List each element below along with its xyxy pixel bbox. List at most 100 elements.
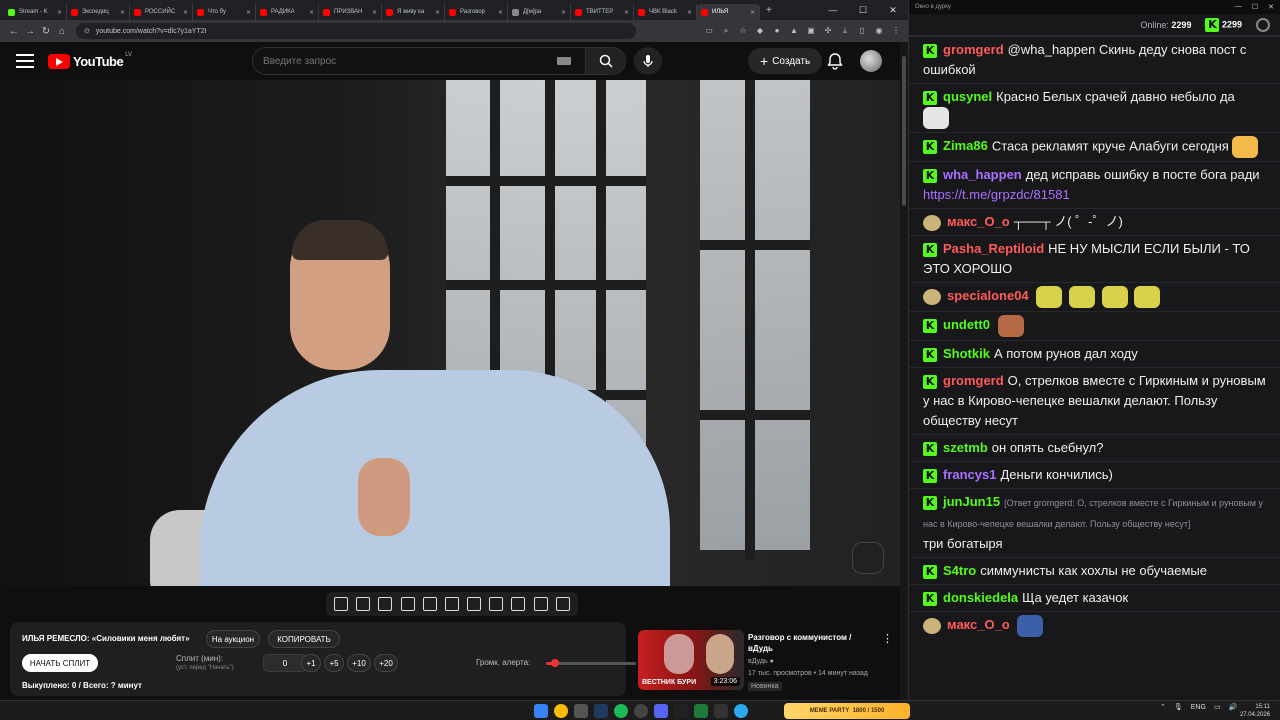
screenshot-icon[interactable]	[511, 597, 526, 611]
search-input[interactable]	[253, 55, 557, 67]
chat-username[interactable]: Pasha_Reptiloid	[943, 241, 1044, 256]
back-icon[interactable]: ←	[6, 26, 22, 37]
tab-close-icon[interactable]: ✕	[309, 9, 314, 16]
create-button[interactable]: + Создать	[748, 48, 823, 74]
browser-tab[interactable]: РОССИЙС ✕	[130, 4, 193, 20]
microphone-tray-icon[interactable]: 🎙	[1174, 703, 1183, 711]
account-avatar[interactable]	[860, 50, 882, 72]
chat-username[interactable]: junJun15	[943, 494, 1000, 509]
settings-gear-icon[interactable]	[555, 597, 570, 611]
app-icon[interactable]	[574, 704, 588, 718]
chat-username[interactable]: Zima86	[943, 138, 988, 153]
chat-username[interactable]: макс_О_о	[947, 214, 1010, 229]
tab-close-icon[interactable]: ✕	[498, 9, 503, 16]
steam-icon[interactable]	[594, 704, 608, 718]
tab-close-icon[interactable]: ✕	[246, 9, 251, 16]
spotify-icon[interactable]	[614, 704, 628, 718]
new-tab-button[interactable]: +	[766, 5, 772, 16]
recommended-video[interactable]: ВЕСТНИК БУРИ 3:23:06 Разговор с коммунис…	[638, 630, 894, 694]
auction-button[interactable]: На аукцион	[206, 630, 260, 648]
more-actions-icon[interactable]: ⋮	[882, 632, 893, 645]
browser-tab[interactable]: ЧВК Black ✕	[634, 4, 697, 20]
browser-tab[interactable]: Д[м]ра ✕	[508, 4, 571, 20]
tab-close-icon[interactable]: ✕	[561, 9, 566, 16]
browser-tab[interactable]: ПРИЗВАН ✕	[319, 4, 382, 20]
maximize-icon[interactable]: ☐	[848, 5, 878, 16]
tab-close-icon[interactable]: ✕	[435, 9, 440, 16]
keyboard-icon[interactable]	[557, 57, 571, 65]
browser-tab[interactable]: Stream - K ✕	[4, 4, 67, 20]
extension-icon[interactable]: ▣	[805, 25, 817, 37]
voice-search-button[interactable]	[634, 47, 662, 75]
chat-username[interactable]: S4tro	[943, 563, 976, 578]
tray-arrow-icon[interactable]: ⌃	[1160, 703, 1166, 711]
audio-icon[interactable]	[356, 597, 371, 611]
chat-username[interactable]: gromgerd	[943, 42, 1004, 57]
browser-tab[interactable]: Что бу ✕	[193, 4, 256, 20]
extension-icon[interactable]: ◆	[754, 25, 766, 37]
alert-volume-slider[interactable]	[546, 659, 636, 667]
theater-icon[interactable]	[400, 597, 415, 611]
plus-20-button[interactable]: +20	[374, 654, 398, 672]
tab-close-icon[interactable]: ✕	[750, 9, 755, 16]
plus-5-button[interactable]: +5	[324, 654, 344, 672]
browser-tab[interactable]: РАДИКА ✕	[256, 4, 319, 20]
tab-close-icon[interactable]: ✕	[57, 9, 62, 16]
forward-icon[interactable]: →	[22, 26, 38, 37]
close-icon[interactable]: ✕	[878, 5, 908, 16]
video-player[interactable]	[0, 80, 900, 586]
discord-icon[interactable]	[654, 704, 668, 718]
flask-icon[interactable]	[533, 597, 548, 611]
chat-link[interactable]: https://t.me/grpzdc/81581	[923, 187, 1070, 202]
notifications-bell-icon[interactable]	[826, 52, 844, 70]
chat-message-list[interactable]: Kgromgerd @wha_happen Скинь деду снова по…	[909, 36, 1280, 692]
tab-close-icon[interactable]: ✕	[183, 9, 188, 16]
maximize-icon[interactable]: ☐	[1252, 3, 1258, 11]
chat-username[interactable]: qusynel	[943, 89, 992, 104]
extension-icon[interactable]: ▲	[788, 25, 800, 37]
browser-tab[interactable]: ТВИТТЕР ✕	[571, 4, 634, 20]
tab-close-icon[interactable]: ✕	[624, 9, 629, 16]
start-icon[interactable]	[534, 704, 548, 718]
chat-username[interactable]: francys1	[943, 467, 996, 482]
chrome-icon[interactable]	[554, 704, 568, 718]
excel-icon[interactable]	[694, 704, 708, 718]
search-button[interactable]	[585, 48, 625, 74]
picture-in-picture-icon[interactable]	[422, 597, 437, 611]
browser-tab[interactable]: Экспедиц ✕	[67, 4, 130, 20]
video-title[interactable]: Разговор с коммунистом / вДудь	[748, 632, 878, 654]
chat-username[interactable]: Shotkik	[943, 346, 990, 361]
language-indicator[interactable]: ENG	[1191, 704, 1206, 711]
network-icon[interactable]: ▭	[1214, 703, 1221, 711]
app-icon[interactable]	[674, 704, 688, 718]
chat-username[interactable]: wha_happen	[943, 167, 1022, 182]
page-scrollbar[interactable]	[900, 42, 908, 700]
app-icon[interactable]	[714, 704, 728, 718]
start-split-button[interactable]: НАЧАТЬ СПЛИТ	[22, 654, 98, 672]
browser-menu-icon[interactable]: ⋮	[890, 25, 902, 37]
browser-tab[interactable]: Я живу ка ✕	[382, 4, 445, 20]
download-icon[interactable]: ⤓	[839, 25, 851, 37]
url-field[interactable]: ⊙ youtube.com/watch?v=dlc7y1aYT2I	[76, 23, 636, 39]
meme-party-widget[interactable]: MEME PARTY 1800 / 1500	[784, 703, 910, 719]
chat-username[interactable]: specialone04	[947, 288, 1029, 303]
browser-tab[interactable]: ИЛЬЯ ✕	[697, 4, 760, 20]
video-thumbnail[interactable]: ВЕСТНИК БУРИ 3:23:06	[638, 630, 744, 690]
telegram-icon[interactable]	[734, 704, 748, 718]
tab-close-icon[interactable]: ✕	[372, 9, 377, 16]
loop-icon[interactable]	[334, 597, 349, 611]
chat-username[interactable]: undett0	[943, 317, 990, 332]
speed-icon[interactable]	[467, 597, 482, 611]
filmstrip-icon[interactable]	[444, 597, 459, 611]
obs-icon[interactable]	[634, 704, 648, 718]
cast-icon[interactable]: ▭	[703, 25, 715, 37]
zoom-icon[interactable]: ⌕	[720, 25, 732, 37]
tab-close-icon[interactable]: ✕	[120, 9, 125, 16]
menu-icon[interactable]	[16, 54, 34, 68]
alert-volume-knob[interactable]	[551, 659, 559, 667]
close-icon[interactable]: ✕	[1268, 3, 1274, 11]
chat-username[interactable]: gromgerd	[943, 373, 1004, 388]
extensions-puzzle-icon[interactable]: ✣	[822, 25, 834, 37]
copy-button[interactable]: КОПИРОВАТЬ	[268, 630, 340, 648]
reload-icon[interactable]: ↻	[38, 26, 54, 37]
